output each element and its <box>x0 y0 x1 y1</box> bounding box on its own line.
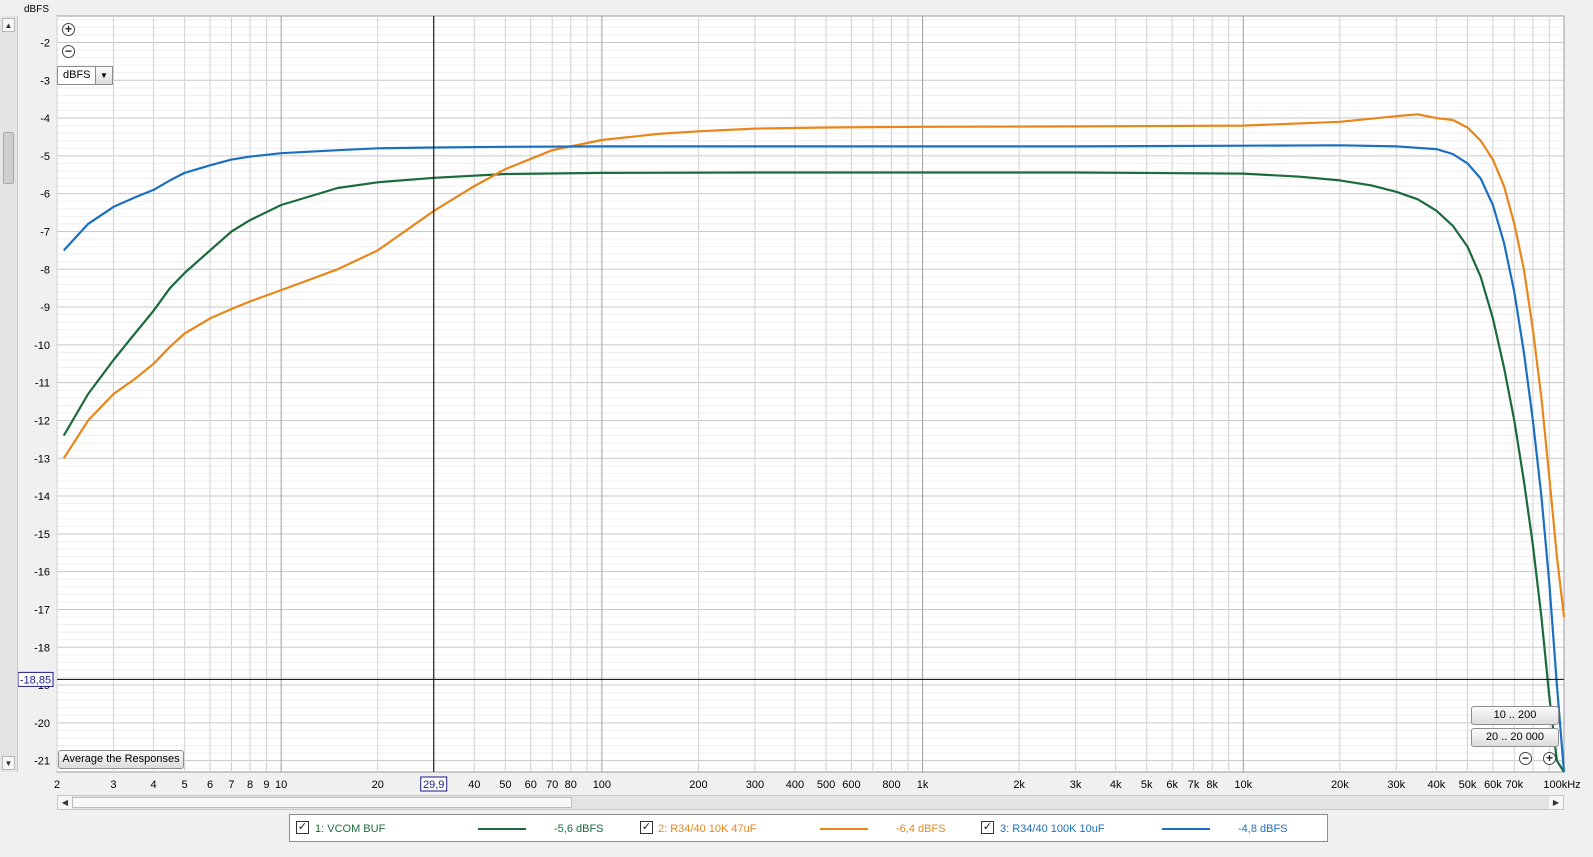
range-20-20000-button[interactable]: 20 .. 20 000 <box>1471 728 1559 747</box>
x-tick-label: 40k <box>1428 779 1446 791</box>
y-tick-label: -5 <box>40 151 50 163</box>
x-tick-label: 4k <box>1110 779 1122 791</box>
legend-name-2: 2: R34/40 10K 47uF <box>658 823 757 835</box>
x-tick-label: 600 <box>842 779 860 791</box>
cursor-y-readout-text: -18,85 <box>20 674 51 686</box>
cursor-x-readout: 29,9 <box>420 776 448 792</box>
x-tick-label: 9 <box>263 779 269 791</box>
x-tick-label: 6 <box>207 779 213 791</box>
x-tick-label: 20k <box>1331 779 1349 791</box>
legend: ✓ 1: VCOM BUF -5,6 dBFS ✓ 2: R34/40 10K … <box>289 814 1328 842</box>
zoom-out-vertical-icon[interactable]: − <box>62 45 75 58</box>
y-tick-label: -7 <box>40 226 50 238</box>
frequency-response-chart[interactable]: -2 -3 -4 -5 -6 -7 -8 -9 -10 -11 -12 -13 -14 -15 -16 -17… <box>0 0 1593 857</box>
range-10-200-button[interactable]: 10 .. 200 <box>1471 706 1559 725</box>
y-tick-label: -11 <box>35 378 50 390</box>
y-tick-label: -20 <box>34 718 50 730</box>
x-tick-label: 200 <box>689 779 707 791</box>
x-tick-label: 20 <box>372 779 384 791</box>
legend-swatch-2 <box>820 828 868 830</box>
x-tick-label: 6k <box>1166 779 1178 791</box>
cursor-y-readout: -18,85 <box>17 671 54 687</box>
x-tick-label: 8k <box>1206 779 1218 791</box>
y-axis-title: dBFS <box>24 4 49 15</box>
legend-value-3: -4,8 dBFS <box>1238 823 1288 835</box>
x-tick-label: 70 <box>546 779 558 791</box>
x-tick-label: 8 <box>247 779 253 791</box>
y-tick-label: -8 <box>40 264 50 276</box>
scroll-left-icon[interactable]: ◀ <box>58 796 72 809</box>
x-tick-label: 40 <box>468 779 480 791</box>
chevron-down-icon[interactable]: ▼ <box>95 67 112 84</box>
x-tick-label: 400 <box>786 779 804 791</box>
legend-name-3: 3: R34/40 100K 10uF <box>1000 823 1105 835</box>
legend-checkbox-1[interactable]: ✓ <box>296 821 309 834</box>
x-tick-label: 70k <box>1505 779 1523 791</box>
scroll-right-icon[interactable]: ▶ <box>1549 796 1563 809</box>
x-tick-label: 3 <box>110 779 116 791</box>
plot-background <box>56 15 1565 773</box>
y-tick-label: -9 <box>40 302 50 314</box>
legend-checkbox-2[interactable]: ✓ <box>640 821 653 834</box>
x-tick-label: 7 <box>228 779 234 791</box>
y-tick-label: -12 <box>34 415 50 427</box>
x-tick-label: 4 <box>150 779 156 791</box>
x-tick-label: 3k <box>1070 779 1082 791</box>
x-tick-label: 5k <box>1141 779 1153 791</box>
x-tick-label: 60k <box>1484 779 1502 791</box>
y-tick-label: -13 <box>34 453 50 465</box>
x-tick-label: 2 <box>54 779 60 791</box>
horizontal-scroll-thumb[interactable] <box>72 797 572 808</box>
y-tick-label: -21 <box>34 756 50 768</box>
y-tick-label: -16 <box>34 567 50 579</box>
legend-item-1: ✓ 1: VCOM BUF -5,6 dBFS <box>290 815 630 841</box>
x-tick-label: 800 <box>882 779 900 791</box>
legend-checkbox-3[interactable]: ✓ <box>981 821 994 834</box>
x-tick-label: 80 <box>565 779 577 791</box>
vertical-scroll-thumb[interactable] <box>3 132 14 184</box>
x-tick-label: 2k <box>1013 779 1025 791</box>
x-tick-label: 60 <box>525 779 537 791</box>
legend-name-1: 1: VCOM BUF <box>315 823 386 835</box>
scroll-up-icon[interactable]: ▲ <box>2 18 15 32</box>
legend-item-2: ✓ 2: R34/40 10K 47uF -6,4 dBFS <box>636 815 976 841</box>
x-tick-label: 5 <box>182 779 188 791</box>
legend-value-2: -6,4 dBFS <box>896 823 946 835</box>
y-tick-label: -6 <box>40 189 50 201</box>
y-tick-label: -17 <box>34 604 50 616</box>
cursor-x-readout-text: 29,9 <box>423 779 444 791</box>
x-tick-label: 50k <box>1459 779 1477 791</box>
zoom-out-horizontal-icon[interactable]: − <box>1519 752 1532 765</box>
x-tick-label: 500 <box>817 779 835 791</box>
horizontal-scrollbar[interactable]: ◀ ▶ <box>57 795 1564 810</box>
x-tick-label: 100 <box>593 779 611 791</box>
legend-item-3: ✓ 3: R34/40 100K 10uF -4,8 dBFS <box>980 815 1320 841</box>
legend-value-1: -5,6 dBFS <box>554 823 604 835</box>
x-tick-label: 10 <box>275 779 287 791</box>
x-tick-label: 100kHz <box>1543 779 1580 791</box>
zoom-in-vertical-icon[interactable]: + <box>62 23 75 36</box>
x-tick-label: 50 <box>499 779 511 791</box>
y-tick-label: -3 <box>40 75 50 87</box>
y-tick-label: -10 <box>34 340 50 352</box>
unit-select-value: dBFS <box>63 69 91 81</box>
x-tick-label: 7k <box>1188 779 1200 791</box>
y-tick-label: -4 <box>40 113 50 125</box>
y-tick-label: -15 <box>34 529 50 541</box>
average-responses-button[interactable]: Average the Responses <box>58 750 184 769</box>
vertical-scrollbar[interactable]: ▲ ▼ <box>0 16 18 772</box>
y-tick-label: -14 <box>34 491 50 503</box>
x-tick-label: 300 <box>746 779 764 791</box>
legend-swatch-3 <box>1162 828 1210 830</box>
scroll-down-icon[interactable]: ▼ <box>2 756 15 770</box>
y-tick-label: -18 <box>34 642 50 654</box>
y-tick-label: -2 <box>40 37 50 49</box>
zoom-in-horizontal-icon[interactable]: + <box>1543 752 1556 765</box>
x-tick-label: 1k <box>917 779 929 791</box>
x-tick-label: 30k <box>1387 779 1405 791</box>
legend-swatch-1 <box>478 828 526 830</box>
unit-select[interactable]: dBFS ▼ <box>57 66 113 85</box>
x-tick-label: 10k <box>1234 779 1252 791</box>
